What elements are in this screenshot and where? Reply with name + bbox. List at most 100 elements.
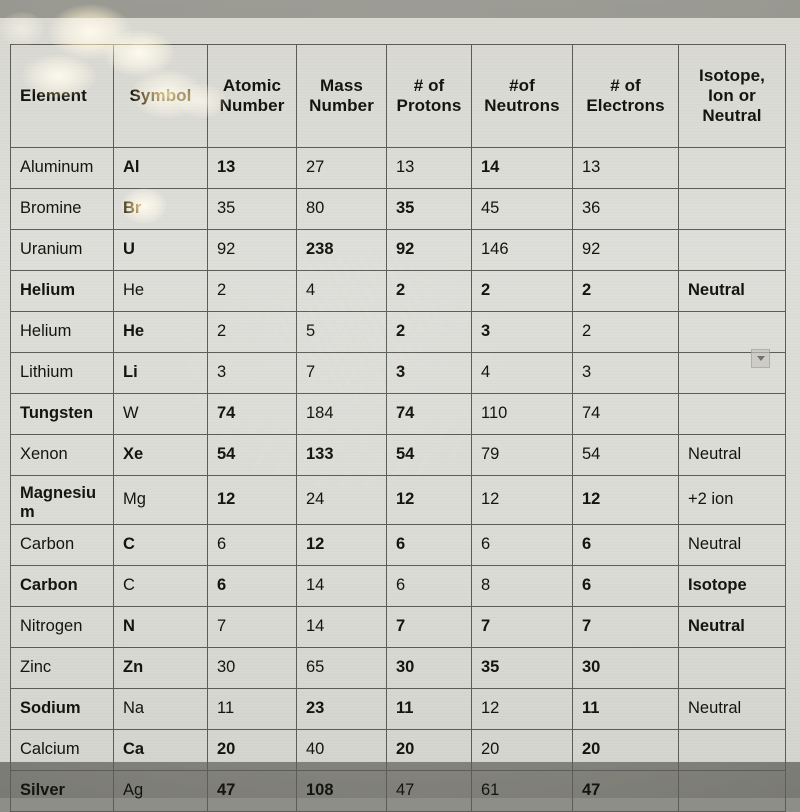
cell-neutrons: 20 — [471, 729, 573, 771]
cell-mass: 5 — [296, 311, 387, 353]
cell-electrons: 36 — [572, 188, 679, 230]
column-header-element: Element — [10, 44, 114, 148]
cell-symbol: Br — [113, 188, 208, 230]
cell-element: Bromine — [10, 188, 114, 230]
cell-neutrons: 61 — [471, 770, 573, 812]
cell-atomic: 30 — [207, 647, 297, 689]
cell-symbol: Mg — [113, 475, 208, 525]
cell-atomic: 54 — [207, 434, 297, 476]
cell-isotope — [678, 770, 786, 812]
table-row: Carbon C 6 14 6 8 6 Isotope — [10, 565, 786, 607]
table-row: Carbon C 6 12 6 6 6 Neutral — [10, 524, 786, 566]
cell-neutrons: 12 — [471, 475, 573, 525]
cell-atomic: 3 — [207, 352, 297, 394]
cell-symbol: W — [113, 393, 208, 435]
cell-symbol: Ca — [113, 729, 208, 771]
cell-isotope — [678, 188, 786, 230]
cell-electrons: 2 — [572, 270, 679, 312]
table-header-row: Element Symbol Atomic Number Mass Number # of P… — [10, 44, 786, 148]
cell-electrons: 6 — [572, 565, 679, 607]
cell-electrons: 3 — [572, 352, 679, 394]
scroll-down-arrow-icon[interactable] — [751, 349, 770, 368]
column-header-atomic: Atomic Number — [207, 44, 297, 148]
cell-electrons: 7 — [572, 606, 679, 648]
cell-isotope: Neutral — [678, 434, 786, 476]
column-header-line: Symbol — [129, 85, 192, 105]
cell-element: Zinc — [10, 647, 114, 689]
cell-neutrons: 8 — [471, 565, 573, 607]
column-header-line: Protons — [396, 96, 462, 115]
table-row: Aluminum Al 13 27 13 14 13 — [10, 147, 786, 189]
table-row: Magnesiu m Mg 12 24 12 12 12 +2 ion — [10, 475, 786, 525]
cell-protons: 2 — [386, 311, 472, 353]
cell-element: Helium — [10, 311, 114, 353]
column-header-line: Element — [20, 85, 87, 105]
cell-atomic: 2 — [207, 311, 297, 353]
cell-symbol: Ag — [113, 770, 208, 812]
table-body: Aluminum Al 13 27 13 14 13 Bromine Br 35 80 35 45 36 U… — [10, 147, 786, 812]
cell-electrons: 2 — [572, 311, 679, 353]
table-row: Xenon Xe 54 133 54 79 54 Neutral — [10, 434, 786, 476]
column-header-symbol: Symbol — [113, 44, 208, 148]
cell-protons: 35 — [386, 188, 472, 230]
cell-symbol: Zn — [113, 647, 208, 689]
cell-neutrons: 45 — [471, 188, 573, 230]
cell-mass: 65 — [296, 647, 387, 689]
cell-mass: 238 — [296, 229, 387, 271]
cell-protons: 47 — [386, 770, 472, 812]
cell-symbol: U — [113, 229, 208, 271]
cell-mass: 184 — [296, 393, 387, 435]
cell-element: Calcium — [10, 729, 114, 771]
table-container: Element Symbol Atomic Number Mass Number # of P… — [10, 44, 786, 812]
column-header-line: #of — [509, 75, 535, 95]
cell-mass: 4 — [296, 270, 387, 312]
cell-neutrons: 3 — [471, 311, 573, 353]
cell-electrons: 54 — [572, 434, 679, 476]
cell-protons: 92 — [386, 229, 472, 271]
cell-isotope — [678, 729, 786, 771]
cell-protons: 3 — [386, 352, 472, 394]
cell-mass: 7 — [296, 352, 387, 394]
column-header-line: Neutral — [702, 106, 762, 126]
cell-electrons: 92 — [572, 229, 679, 271]
cell-protons: 6 — [386, 524, 472, 566]
column-header-line: Mass — [320, 75, 363, 95]
cell-element: Xenon — [10, 434, 114, 476]
table-row: Helium He 2 5 2 3 2 — [10, 311, 786, 353]
table-row: Bromine Br 35 80 35 45 36 — [10, 188, 786, 230]
triangle-glyph — [756, 356, 765, 361]
cell-neutrons: 7 — [471, 606, 573, 648]
cell-mass: 14 — [296, 565, 387, 607]
cell-neutrons: 35 — [471, 647, 573, 689]
cell-symbol: C — [113, 524, 208, 566]
cell-isotope — [678, 647, 786, 689]
cell-mass: 133 — [296, 434, 387, 476]
column-header-line: Ion or — [708, 85, 756, 105]
cell-electrons: 47 — [572, 770, 679, 812]
cell-neutrons: 4 — [471, 352, 573, 394]
cell-protons: 13 — [386, 147, 472, 189]
cell-protons: 6 — [386, 565, 472, 607]
cell-protons: 7 — [386, 606, 472, 648]
cell-element: Uranium — [10, 229, 114, 271]
cell-mass: 80 — [296, 188, 387, 230]
cell-atomic: 11 — [207, 688, 297, 730]
cell-element: Sodium — [10, 688, 114, 730]
cell-symbol: He — [113, 270, 208, 312]
column-header-mass: Mass Number — [296, 44, 387, 148]
cell-element: Nitrogen — [10, 606, 114, 648]
cell-atomic: 20 — [207, 729, 297, 771]
cell-electrons: 12 — [572, 475, 679, 525]
cell-symbol: Na — [113, 688, 208, 730]
cell-mass: 23 — [296, 688, 387, 730]
cell-protons: 30 — [386, 647, 472, 689]
cell-atomic: 92 — [207, 229, 297, 271]
cell-electrons: 13 — [572, 147, 679, 189]
cell-symbol: He — [113, 311, 208, 353]
cell-isotope — [678, 311, 786, 353]
cell-element: Tungsten — [10, 393, 114, 435]
cell-element: Magnesiu m — [10, 475, 114, 525]
cell-electrons: 20 — [572, 729, 679, 771]
cell-isotope: Neutral — [678, 606, 786, 648]
cell-atomic: 74 — [207, 393, 297, 435]
